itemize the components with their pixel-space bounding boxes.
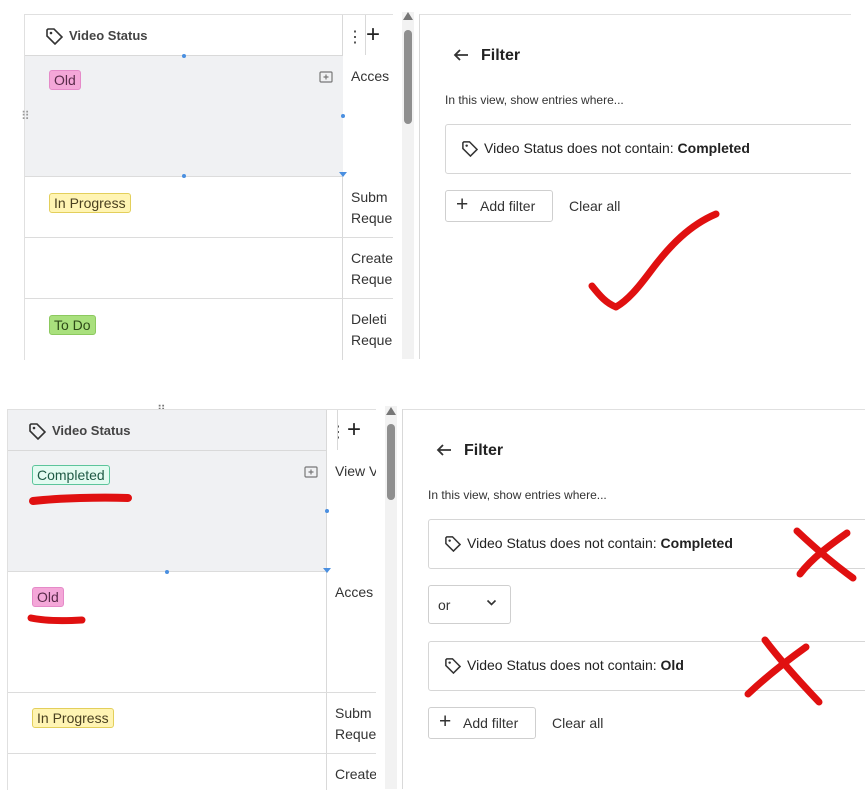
red-markup-annotations	[27, 493, 857, 706]
underline-old	[27, 614, 86, 625]
underline-completed	[29, 493, 132, 505]
